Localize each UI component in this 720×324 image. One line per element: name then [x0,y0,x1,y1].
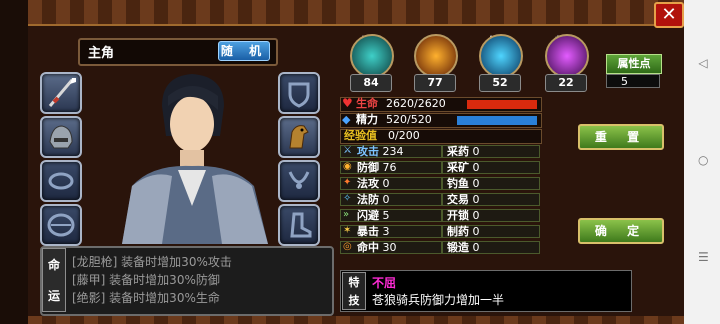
hp-value: 2620/2620 [386,97,446,110]
fate-tag-bottom: 运 [47,289,60,303]
helmet-slot[interactable] [40,116,82,158]
hp-label: 生命 [356,97,378,110]
life-row-forging: 锻造 0 [442,241,540,254]
combat-row-defense: 防御 76 [340,161,442,174]
charm-icon[interactable] [545,34,589,78]
hit-icon: ◎ [343,241,352,252]
magic-attack-icon: ✦ [343,177,352,188]
strength-icon[interactable] [414,34,458,78]
evasion-icon: » [343,209,350,220]
mask-slot[interactable] [40,204,82,246]
skill-description: 苍狼骑兵防御力增加一半 [372,293,505,307]
life-row-lockpick: 开锁 0 [442,209,540,222]
stat-value-charm: 22 [545,74,587,92]
fate-tag-top: 命 [47,258,60,272]
combat-row-crit: 暴击 3 [340,225,442,238]
combat-row-attack: 攻击 234 [340,145,442,158]
constitution-icon[interactable] [350,34,394,78]
life-row-herb: 采药 0 [442,145,540,158]
exp-value: 0/200 [388,129,420,142]
spear-slot[interactable] [40,72,82,114]
heart-icon: ♥ [342,96,353,110]
mp-fill [457,116,537,125]
fate-tag: 命 运 [42,248,66,312]
attribute-points-value: 5 [606,74,660,88]
combat-row-evasion: 闪避 5 [340,209,442,222]
spear-icon [48,78,76,107]
mask-icon [47,213,75,237]
skill-tag-top: 特 [348,276,360,289]
home-icon[interactable]: ○ [698,154,708,166]
combat-row-magic-attack: 法攻 0 [340,177,442,190]
magic-defense-icon: ✧ [343,193,352,204]
skill-name: 不屈 [372,276,397,290]
intelligence-icon[interactable] [479,34,523,78]
defense-icon: ◉ [343,161,352,172]
cloak-slot[interactable] [40,160,82,202]
crit-icon: ✶ [343,225,352,236]
stat-value-intelligence: 52 [479,74,521,92]
back-icon[interactable]: ◁ [698,57,708,69]
confirm-button[interactable]: 确 定 [578,218,664,244]
random-button[interactable]: 随 机 [218,41,270,61]
fate-line-1: [龙胆枪] 装备时增加30%攻击 [72,255,232,269]
mp-label: 精力 [356,113,378,126]
character-name: 主角 [88,46,115,61]
top-ornament-border [28,0,684,26]
helmet-icon [49,125,73,149]
energy-icon: ◆ [342,113,351,126]
stat-value-strength: 77 [414,74,456,92]
life-row-trade: 交易 0 [442,193,540,206]
stat-value-constitution: 84 [350,74,392,92]
attribute-points-label: 属性点 [606,54,662,74]
mp-value: 520/520 [386,113,432,126]
hp-fill [467,100,537,109]
stats-grid: 攻击 234 防御 76 法攻 0 法防 0 闪避 5 暴击 3 命中 30 采… [340,145,540,257]
combat-row-magic-defense: 法防 0 [340,193,442,206]
bottom-ornament-border [28,316,684,324]
cloak-icon [48,172,74,190]
reset-button[interactable]: 重 置 [578,124,664,150]
recents-icon[interactable]: ☰ [698,251,709,263]
skill-tag-bottom: 技 [348,294,360,307]
fate-line-3: [绝影] 装备时增加30%生命 [72,291,220,305]
fate-line-2: [藤甲] 装备时增加30%防御 [72,273,220,287]
attack-icon: ⚔ [343,145,352,156]
life-row-fishing: 钓鱼 0 [442,177,540,190]
character-portrait [122,74,268,244]
skill-tag: 特 技 [342,272,366,310]
combat-row-hit: 命中 30 [340,241,442,254]
life-row-mining: 采矿 0 [442,161,540,174]
life-row-alchemy: 制药 0 [442,225,540,238]
close-button[interactable]: ✕ [654,2,684,28]
exp-label: 经验值 [344,129,377,142]
